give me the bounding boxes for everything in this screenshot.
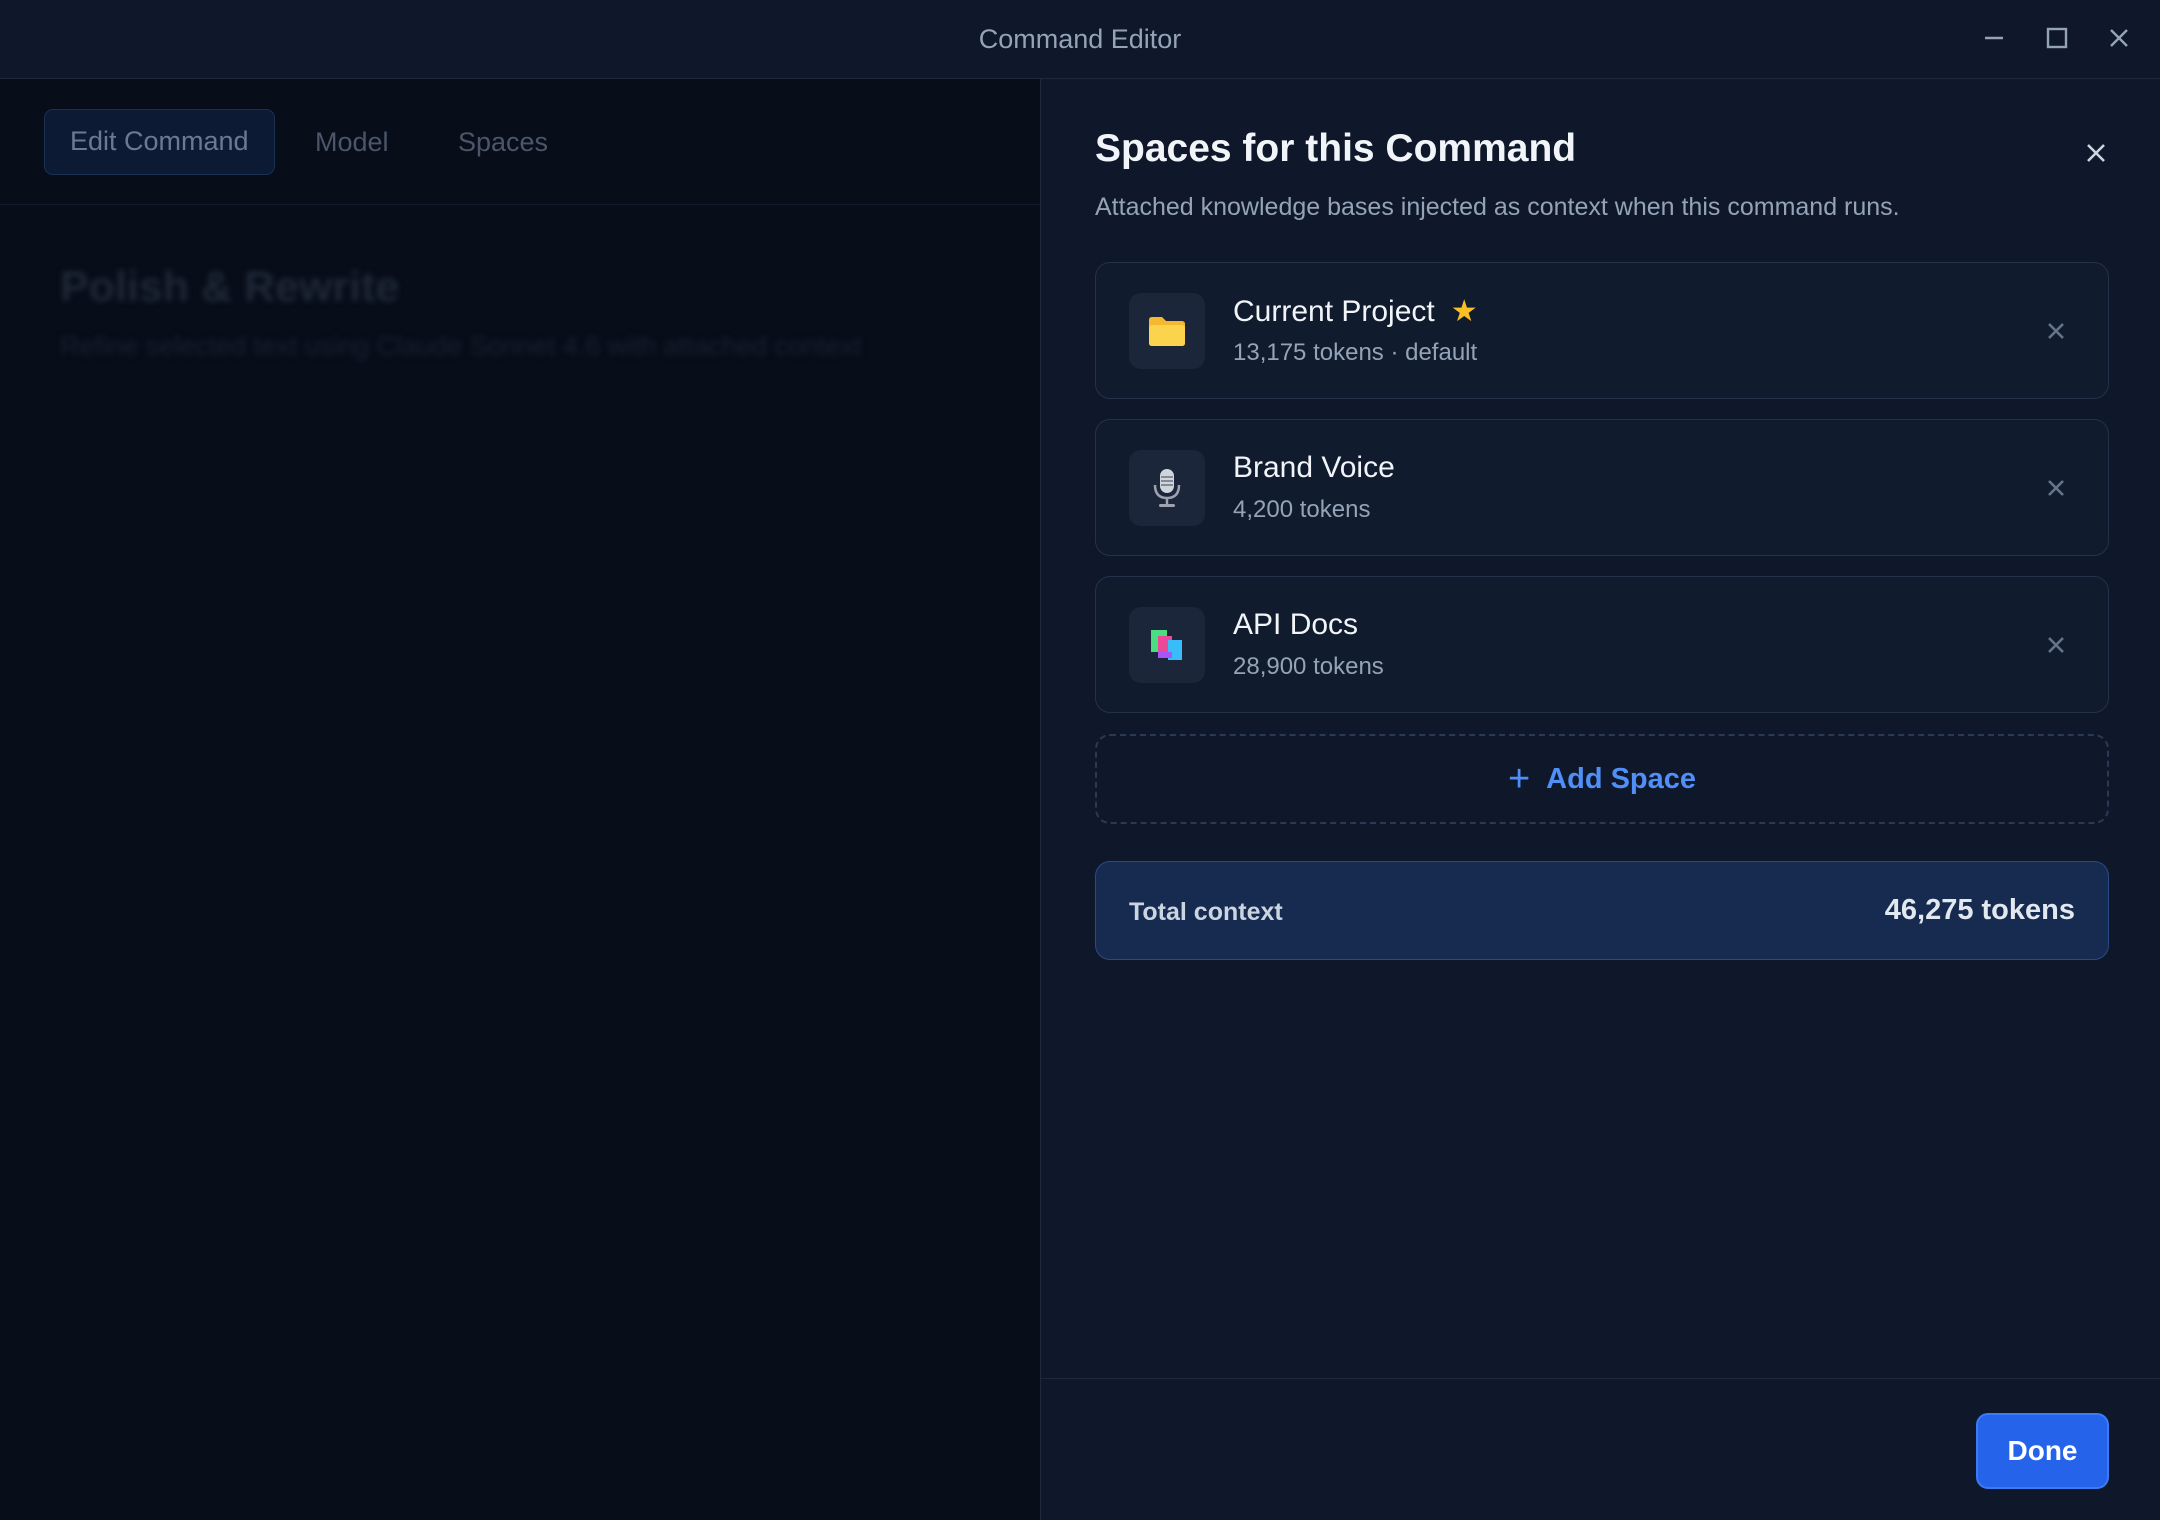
plus-icon: + (1507, 758, 1531, 800)
tab-bar: Edit Command Model Spaces (0, 79, 1040, 205)
space-meta: 4,200 tokens (1233, 496, 1371, 523)
panel-footer: Done (1041, 1378, 2160, 1520)
editor-pane: Edit Command Model Spaces Polish & Rewri… (0, 79, 1040, 1520)
close-window-button[interactable] (2101, 20, 2137, 56)
tab-edit-command[interactable]: Edit Command (44, 109, 275, 175)
space-name: Brand Voice (1233, 451, 1395, 484)
space-meta: 28,900 tokens (1233, 653, 1384, 680)
remove-space-button[interactable] (2036, 311, 2076, 351)
maximize-icon (2046, 27, 2068, 49)
space-name: Current Project ★ (1233, 294, 1478, 329)
folder-icon (1129, 293, 1205, 369)
space-name: API Docs (1233, 608, 1359, 641)
spaces-panel: Spaces for this Command Attached knowled… (1040, 79, 2160, 1520)
add-space-button[interactable]: + Add Space (1095, 734, 2109, 824)
books-icon (1129, 607, 1205, 683)
add-space-label: Add Space (1546, 762, 1697, 795)
close-icon (2110, 29, 2128, 47)
close-icon (2048, 480, 2064, 496)
space-card-api-docs[interactable]: API Docs 28,900 tokens (1095, 576, 2109, 713)
remove-space-button[interactable] (2036, 468, 2076, 508)
close-icon (2087, 144, 2105, 162)
minimize-icon (1985, 36, 2003, 40)
total-context-label: Total context (1129, 898, 1283, 926)
space-card-brand-voice[interactable]: Brand Voice 4,200 tokens (1095, 419, 2109, 556)
panel-title: Spaces for this Command (1095, 127, 1577, 170)
window-title: Command Editor (978, 24, 1182, 54)
close-icon (2048, 323, 2064, 339)
done-button[interactable]: Done (1976, 1413, 2109, 1489)
remove-space-button[interactable] (2036, 625, 2076, 665)
microphone-icon (1129, 450, 1205, 526)
close-panel-button[interactable] (2076, 133, 2116, 173)
space-meta: 13,175 tokens · default (1233, 339, 1478, 366)
star-icon: ★ (1450, 295, 1478, 328)
maximize-button[interactable] (2039, 20, 2075, 56)
command-title: Polish & Rewrite (60, 263, 400, 311)
tab-model[interactable]: Model (290, 109, 414, 175)
minimize-button[interactable] (1976, 20, 2012, 56)
panel-subtitle: Attached knowledge bases injected as con… (1095, 193, 1900, 221)
command-description: Refine selected text using Claude Sonnet… (60, 331, 862, 361)
close-icon (2048, 637, 2064, 653)
space-card-current-project[interactable]: Current Project ★ 13,175 tokens · defaul… (1095, 262, 2109, 399)
title-bar: Command Editor (0, 0, 2160, 79)
tab-spaces[interactable]: Spaces (433, 109, 573, 175)
total-context-value: 46,275 tokens (1884, 894, 2075, 926)
total-context-summary: Total context 46,275 tokens (1095, 861, 2109, 960)
